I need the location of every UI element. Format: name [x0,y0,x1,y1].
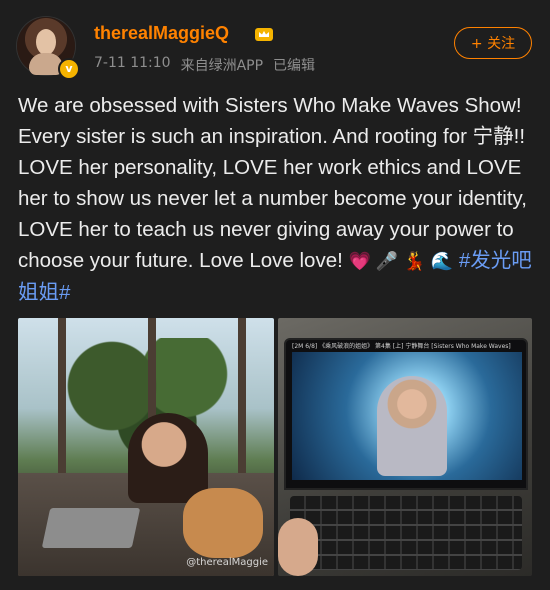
hand [278,518,318,576]
photo-right[interactable]: [2M 6/8] 《乘风破浪的姐姐》 第4集 [上] 宁静舞台 [Sisters… [278,318,532,576]
post-body: We are obsessed with Sisters Who Make Wa… [18,90,532,308]
window-frame [238,318,246,488]
follow-label: + 关注 [470,36,516,52]
post-text: We are obsessed with Sisters Who Make Wa… [18,94,527,272]
post-emojis: 💗 🎤 💃 🌊 [348,251,454,271]
laptop [41,508,141,548]
photo-left[interactable]: @therealMaggie [18,318,274,576]
edited-label[interactable]: 已编辑 [273,55,315,75]
person [128,413,208,503]
window-frame [58,318,66,488]
post-source[interactable]: 来自绿洲APP [181,55,263,75]
cat [183,488,263,558]
follow-button[interactable]: + 关注 [454,27,532,59]
timestamp: 7-11 11:10 [94,55,171,71]
username[interactable]: therealMaggieQ [94,23,229,44]
laptop-screen: [2M 6/8] 《乘风破浪的姐姐》 第4集 [上] 宁静舞台 [Sisters… [284,338,528,490]
photo-watermark: @therealMaggie [186,557,268,568]
singer [377,376,447,476]
avatar-face [36,29,56,55]
verified-badge-icon: v [58,58,80,80]
crown-icon [255,28,273,41]
post-meta: 7-11 11:10 来自绿洲APP 已编辑 [94,55,315,75]
screen-header: [2M 6/8] 《乘风破浪的姐姐》 第4集 [上] 宁静舞台 [Sisters… [292,343,511,350]
keyboard-rows [290,496,522,570]
screen-video [292,352,522,480]
